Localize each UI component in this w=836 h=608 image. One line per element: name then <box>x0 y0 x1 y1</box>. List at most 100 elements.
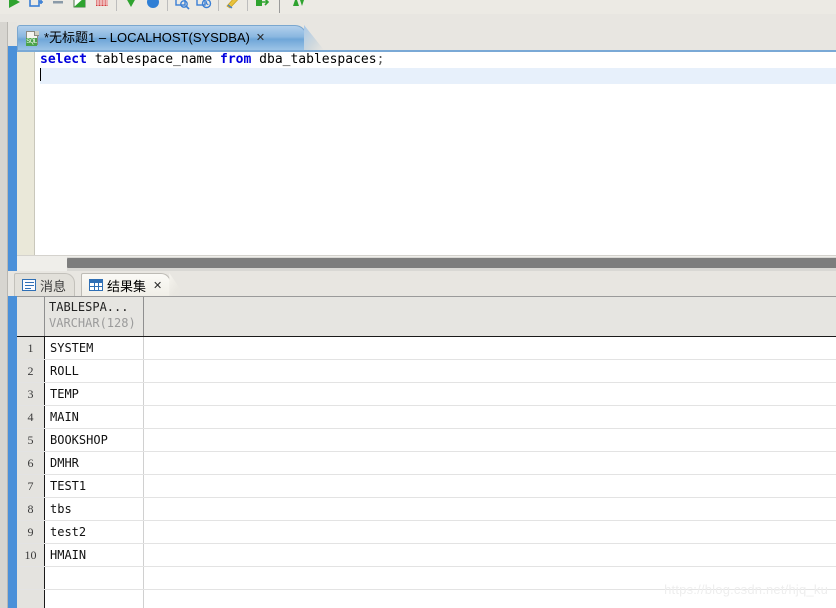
table-row[interactable]: 7 TEST1 <box>17 475 836 498</box>
left-dock-rail <box>0 22 8 608</box>
sql-file-icon: SQL <box>26 30 40 46</box>
tab-messages-label: 消息 <box>40 278 67 294</box>
sql-semicolon: ; <box>376 52 385 67</box>
scrollbar-left-pad <box>17 256 67 272</box>
messages-icon <box>22 279 36 291</box>
format-sql-icon[interactable] <box>222 0 244 13</box>
result-grid[interactable]: TABLESPA... VARCHAR(128) 1 SYSTEM 2 ROLL 3 TE… <box>17 296 836 608</box>
table-cell-tablespace-name[interactable]: MAIN <box>45 406 144 428</box>
export-result-icon[interactable] <box>251 0 273 13</box>
editor-horizontal-scrollbar[interactable] <box>17 255 836 272</box>
row-number-cell[interactable] <box>17 567 45 589</box>
table-cell-tablespace-name[interactable] <box>45 590 144 608</box>
explain-plan-icon[interactable] <box>171 0 193 13</box>
main-toolbar <box>0 0 836 14</box>
close-icon[interactable]: ✕ <box>153 279 162 292</box>
table-cell-tablespace-name[interactable]: HMAIN <box>45 544 144 566</box>
table-row[interactable]: 9 test2 <box>17 521 836 544</box>
row-number-cell[interactable]: 9 <box>17 521 45 543</box>
table-row-filler <box>144 337 836 359</box>
table-cell-tablespace-name[interactable]: DMHR <box>45 452 144 474</box>
column-header-tablespace-name[interactable]: TABLESPA... VARCHAR(128) <box>45 297 144 336</box>
code-line-2-current[interactable] <box>40 68 836 84</box>
result-grid-body[interactable]: 1 SYSTEM 2 ROLL 3 TEMP 4 MAIN 5 BOOKSHOP 6 DMHR 7 TES… <box>17 337 836 608</box>
table-row[interactable]: 4 MAIN <box>17 406 836 429</box>
next-result-icon[interactable] <box>142 0 164 13</box>
row-number-cell[interactable]: 6 <box>17 452 45 474</box>
toolbar-separator <box>167 0 168 11</box>
editor-tab-title: *无标题1 – LOCALHOST(SYSDBA) <box>44 30 250 45</box>
sql-keyword-from: from <box>220 52 252 67</box>
table-cell-tablespace-name[interactable] <box>45 567 144 589</box>
table-row-filler <box>144 498 836 520</box>
table-cell-tablespace-name[interactable]: ROLL <box>45 360 144 382</box>
scrollbar-thumb[interactable] <box>67 258 836 268</box>
toolbar-group-divider <box>279 0 280 13</box>
close-icon[interactable]: ✕ <box>256 32 265 44</box>
table-cell-tablespace-name[interactable]: SYSTEM <box>45 337 144 359</box>
sql-text-columns: tablespace_name <box>86 52 221 67</box>
editor-tab-strip: SQL *无标题1 – LOCALHOST(SYSDBA) ✕ <box>17 22 836 50</box>
row-number-cell[interactable]: 2 <box>17 360 45 382</box>
table-cell-tablespace-name[interactable]: test2 <box>45 521 144 543</box>
row-number-cell[interactable]: 4 <box>17 406 45 428</box>
table-row-filler <box>144 567 836 589</box>
table-row-filler <box>144 406 836 428</box>
toolbar-separator <box>116 0 117 11</box>
sync-icon[interactable] <box>288 0 310 13</box>
query-history-icon[interactable] <box>193 0 215 13</box>
table-row-filler <box>144 429 836 451</box>
table-row-filler <box>144 360 836 382</box>
execute-icon[interactable] <box>3 0 25 13</box>
row-number-cell[interactable]: 5 <box>17 429 45 451</box>
code-line-1[interactable]: select tablespace_name from dba_tablespa… <box>40 52 836 68</box>
sql-keyword-select: select <box>40 52 87 67</box>
sql-file-icon-label: SQL <box>26 37 37 46</box>
table-cell-tablespace-name[interactable]: BOOKSHOP <box>45 429 144 451</box>
rollback-icon[interactable] <box>91 0 113 13</box>
table-row-filler <box>144 475 836 497</box>
table-row[interactable]: 3 TEMP <box>17 383 836 406</box>
row-number-header-cell <box>17 297 45 336</box>
row-number-cell[interactable] <box>17 590 45 608</box>
row-number-cell[interactable]: 7 <box>17 475 45 497</box>
table-row[interactable] <box>17 590 836 608</box>
toolbar-separator <box>247 0 248 11</box>
commit-icon[interactable] <box>69 0 91 13</box>
table-cell-tablespace-name[interactable]: TEST1 <box>45 475 144 497</box>
table-row[interactable]: 5 BOOKSHOP <box>17 429 836 452</box>
tab-result-set[interactable]: 结果集 ✕ <box>81 273 172 296</box>
table-row[interactable]: 1 SYSTEM <box>17 337 836 360</box>
editor-tab-untitled1[interactable]: SQL *无标题1 – LOCALHOST(SYSDBA) ✕ <box>17 25 307 50</box>
sql-text-table: dba_tablespaces <box>251 52 377 67</box>
table-row[interactable]: 6 DMHR <box>17 452 836 475</box>
column-header-filler <box>144 297 836 336</box>
sql-editor[interactable]: select tablespace_name from dba_tablespa… <box>17 50 836 255</box>
left-dock-rail-top <box>8 22 17 46</box>
stop-icon[interactable] <box>47 0 69 13</box>
table-row[interactable]: 2 ROLL <box>17 360 836 383</box>
row-number-cell[interactable]: 3 <box>17 383 45 405</box>
table-row[interactable]: 8 tbs <box>17 498 836 521</box>
tab-messages[interactable]: 消息 <box>14 273 76 296</box>
table-row[interactable]: 10 HMAIN <box>17 544 836 567</box>
text-caret <box>40 68 41 81</box>
execute-step-icon[interactable] <box>25 0 47 13</box>
row-number-cell[interactable]: 10 <box>17 544 45 566</box>
table-cell-tablespace-name[interactable]: tbs <box>45 498 144 520</box>
table-row[interactable] <box>17 567 836 590</box>
table-row-filler <box>144 544 836 566</box>
grid-icon <box>89 279 103 291</box>
toolbar-separator <box>218 0 219 11</box>
table-row-filler <box>144 521 836 543</box>
row-number-cell[interactable]: 1 <box>17 337 45 359</box>
toolbar-button-group <box>0 0 310 14</box>
table-row-filler <box>144 452 836 474</box>
column-header-name: TABLESPA... <box>49 300 129 314</box>
sql-code-area[interactable]: select tablespace_name from dba_tablespa… <box>40 52 836 255</box>
row-number-cell[interactable]: 8 <box>17 498 45 520</box>
previous-result-icon[interactable] <box>120 0 142 13</box>
left-panel-selected-strip[interactable] <box>8 46 17 608</box>
table-cell-tablespace-name[interactable]: TEMP <box>45 383 144 405</box>
tab-result-set-label: 结果集 <box>107 278 147 294</box>
